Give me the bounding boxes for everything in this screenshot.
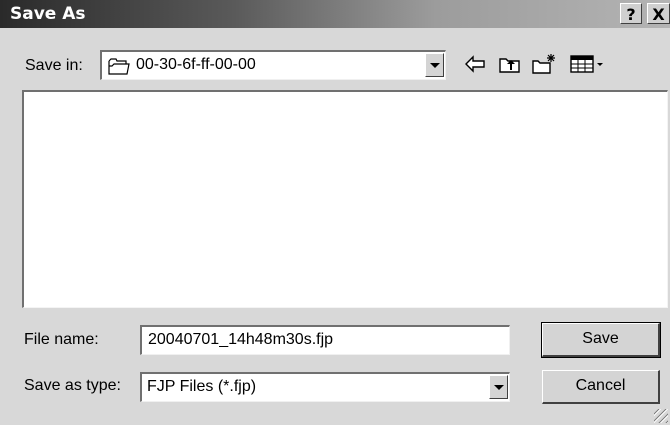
save-as-type-dropdown[interactable]: FJP Files (*.fjp): [140, 372, 510, 402]
up-one-level-icon[interactable]: [497, 52, 523, 76]
save-button[interactable]: Save: [541, 322, 661, 358]
save-in-dropdown[interactable]: 00-30-6f-ff-00-00: [100, 50, 446, 80]
resize-grip[interactable]: [654, 409, 668, 423]
view-menu-icon[interactable]: [569, 52, 609, 76]
folder-icon: [108, 58, 130, 75]
new-folder-icon[interactable]: [531, 52, 557, 76]
file-name-label: File name:: [24, 331, 99, 348]
save-as-type-value: FJP Files (*.fjp): [147, 378, 257, 395]
file-name-input[interactable]: 20040701_14h48m30s.fjp: [140, 325, 510, 355]
save-as-type-label: Save as type:: [24, 377, 121, 394]
save-as-dialog: Save As ? X Save in: 00-30-6f-ff-00-00 F…: [0, 0, 670, 425]
window-title: Save As: [10, 4, 86, 24]
save-in-dropdown-button[interactable]: [425, 53, 444, 77]
file-list[interactable]: [22, 90, 668, 308]
title-bar[interactable]: Save As ? X: [0, 0, 670, 28]
save-in-value: 00-30-6f-ff-00-00: [136, 56, 256, 73]
help-button[interactable]: ?: [620, 3, 642, 24]
save-as-type-dropdown-button[interactable]: [489, 375, 508, 399]
cancel-button[interactable]: Cancel: [542, 370, 660, 404]
back-arrow-icon[interactable]: [462, 52, 488, 76]
save-in-label: Save in:: [25, 57, 83, 74]
close-button[interactable]: X: [647, 3, 670, 24]
